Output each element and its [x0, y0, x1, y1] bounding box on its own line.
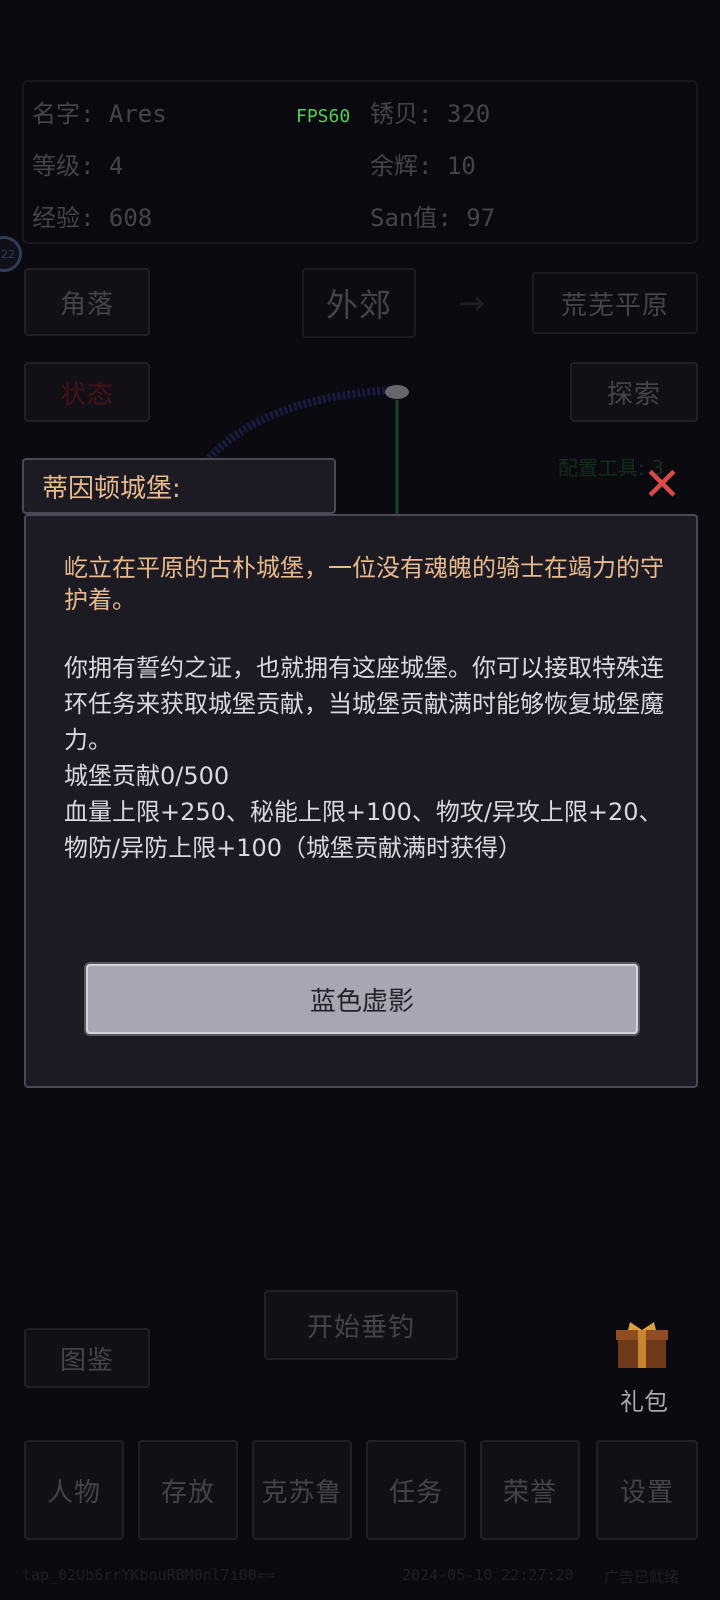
close-icon[interactable]: ✕	[640, 461, 684, 507]
afterglow-stat: 余辉: 10	[370, 152, 476, 180]
current-location: 外郊	[302, 268, 416, 338]
explore-button[interactable]: 探索	[570, 362, 698, 422]
nav-cthulhu[interactable]: 克苏鲁	[252, 1440, 352, 1540]
castle-info-popup: 屹立在平原的古朴城堡，一位没有魂魄的骑士在竭力的守护着。 你拥有誓约之证，也就拥…	[24, 514, 698, 1088]
exp-stat: 经验: 608	[32, 204, 153, 232]
session-id: tap_02Ub6rrYKbnuRBM0nl7i00==	[22, 1566, 275, 1584]
nav-storage[interactable]: 存放	[138, 1440, 238, 1540]
castle-reward: 血量上限+250、秘能上限+100、物攻/异攻上限+20、物防/异防上限+100…	[64, 798, 663, 862]
gift-box-icon[interactable]	[614, 1322, 670, 1370]
nav-character[interactable]: 人物	[24, 1440, 124, 1540]
nav-quests[interactable]: 任务	[366, 1440, 466, 1540]
nav-settings[interactable]: 设置	[596, 1440, 698, 1540]
barren-plain-button[interactable]: 荒芜平原	[532, 272, 698, 334]
popup-title: 蒂因顿城堡:	[22, 458, 336, 514]
fps-counter: FPS60	[296, 106, 351, 127]
footer-datetime: 2024-05-10 22:27:20	[402, 1566, 574, 1584]
ad-status: 广告已就绪	[604, 1568, 680, 1586]
status-button[interactable]: 状态	[24, 362, 150, 422]
rusty-shell-stat: 锈贝: 320	[370, 100, 491, 128]
nav-honor[interactable]: 荣誉	[480, 1440, 580, 1540]
arrow-right-icon: →	[458, 284, 485, 322]
status-label: 状态	[59, 379, 114, 410]
castle-description: 屹立在平原的古朴城堡，一位没有魂魄的骑士在竭力的守护着。	[64, 554, 664, 614]
level-stat: 等级: 4	[32, 152, 124, 180]
gift-label: 礼包	[620, 1388, 668, 1416]
blue-phantom-button[interactable]: 蓝色虚影	[86, 964, 638, 1034]
corner-button[interactable]: 角落	[24, 268, 150, 336]
castle-body: 你拥有誓约之证，也就拥有这座城堡。你可以接取特殊连环任务来获取城堡贡献，当城堡贡…	[64, 650, 674, 866]
codex-button[interactable]: 图鉴	[24, 1328, 150, 1388]
san-stat: San值: 97	[370, 204, 496, 232]
side-floating-badge[interactable]: 22	[0, 236, 22, 272]
castle-contribution: 城堡贡献0/500	[64, 762, 230, 790]
start-fishing-button[interactable]: 开始垂钓	[264, 1290, 458, 1360]
name-stat: 名字: Ares	[32, 100, 167, 128]
castle-ownership-text: 你拥有誓约之证，也就拥有这座城堡。你可以接取特殊连环任务来获取城堡贡献，当城堡贡…	[64, 654, 664, 754]
